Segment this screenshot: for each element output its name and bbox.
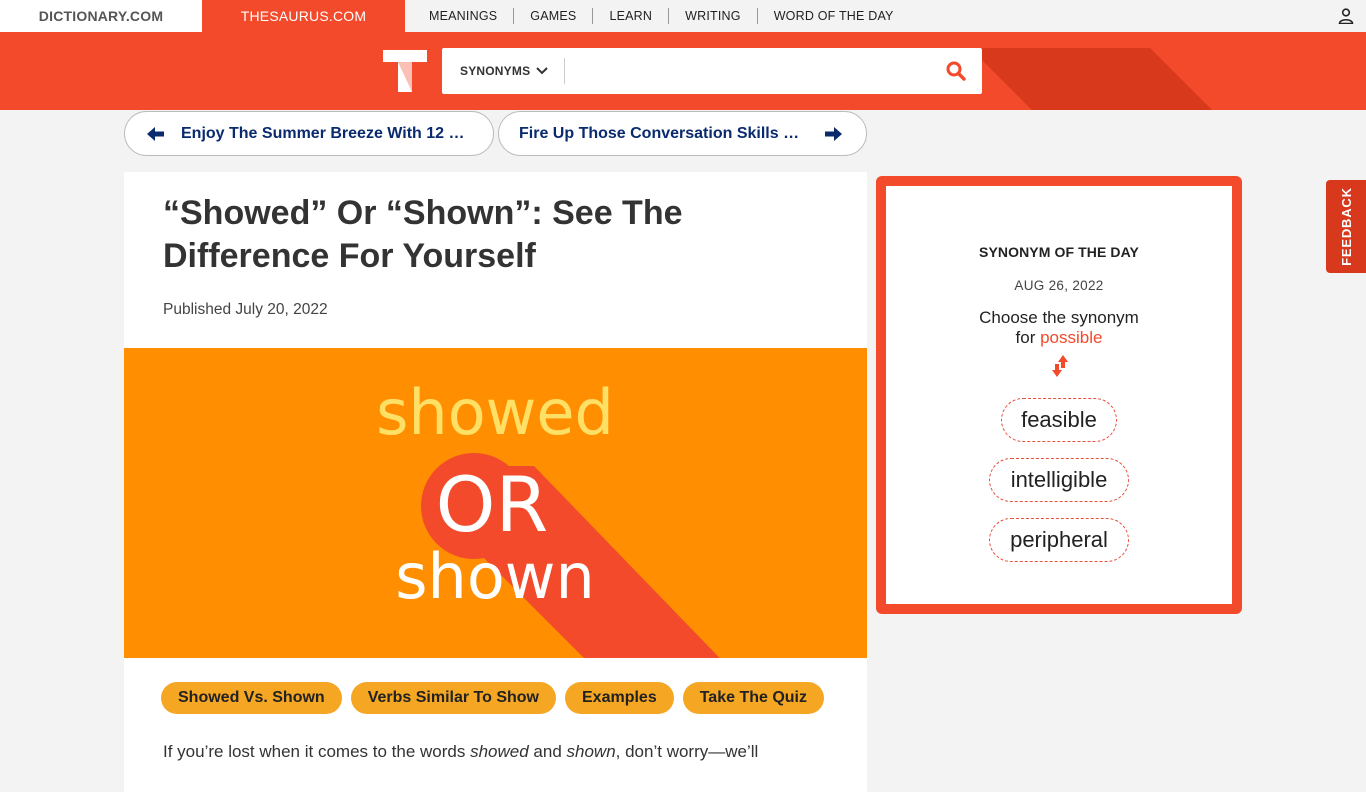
feedback-tab[interactable]: FEEDBACK [1326,180,1366,273]
intro-text: and [528,742,567,761]
hero-word-or: OR [436,460,549,549]
nav-link-meanings[interactable]: MEANINGS [413,9,513,23]
section-chips: Showed Vs. Shown Verbs Similar To Show E… [161,682,824,714]
hero-image: showed OR shown [124,348,867,658]
header-shadow-decoration [970,48,1270,110]
search-icon [946,61,966,81]
top-nav: DICTIONARY.COM THESAURUS.COM MEANINGS GA… [0,0,1366,32]
user-account-icon[interactable] [1338,8,1354,24]
swap-arrows-icon [1052,355,1068,377]
article-intro: If you’re lost when it comes to the word… [163,742,758,762]
chip-showed-vs-shown[interactable]: Showed Vs. Shown [161,682,342,714]
search-bar: SYNONYMS [442,48,982,94]
sotd-prompt-line: Choose the synonym [979,308,1139,327]
sotd-date: AUG 26, 2022 [1014,278,1104,293]
search-type-label: SYNONYMS [460,64,531,78]
nav-link-writing[interactable]: WRITING [669,9,757,23]
nav-link-games[interactable]: GAMES [514,9,592,23]
published-date: Published July 20, 2022 [163,301,328,318]
previous-article-link[interactable]: Enjoy The Summer Breeze With 12 Synonyms… [124,111,494,156]
arrow-left-icon [147,126,164,141]
chevron-down-icon [536,67,548,75]
intro-text: , don’t worry—we’ll [615,742,759,761]
nav-link-learn[interactable]: LEARN [593,9,668,23]
synonym-of-the-day-widget: SYNONYM OF THE DAY AUG 26, 2022 Choose t… [876,176,1242,614]
chip-take-the-quiz[interactable]: Take The Quiz [682,682,824,714]
header-band: SYNONYMS [0,32,1366,110]
sotd-prompt: Choose the synonym for possible [886,308,1232,348]
intro-emphasis: showed [470,742,529,761]
thesaurus-logo-icon[interactable] [383,47,427,95]
chip-verbs-similar[interactable]: Verbs Similar To Show [350,682,556,714]
sotd-title: SYNONYM OF THE DAY [979,244,1139,260]
article-title: “Showed” Or “Shown”: See The Difference … [163,194,683,275]
sotd-word[interactable]: possible [1040,328,1102,347]
nav-links: MEANINGS GAMES LEARN WRITING WORD OF THE… [413,8,910,24]
nav-link-word-of-the-day[interactable]: WORD OF THE DAY [758,9,910,23]
hero-word-showed: showed [376,376,614,449]
previous-article-title: Enjoy The Summer Breeze With 12 Synonyms… [181,124,471,142]
sotd-option-peripheral[interactable]: peripheral [989,518,1129,562]
search-type-dropdown[interactable]: SYNONYMS [460,64,548,78]
arrow-right-icon [825,126,842,141]
feedback-label: FEEDBACK [1338,187,1354,266]
chip-examples[interactable]: Examples [565,682,674,714]
search-input[interactable] [565,51,938,91]
next-article-link[interactable]: Fire Up Those Conversation Skills With T… [498,111,867,156]
intro-text: If you’re lost when it comes to the word… [163,742,471,761]
intro-emphasis: shown [566,742,616,761]
search-button[interactable] [938,53,974,89]
thesaurus-tab[interactable]: THESAURUS.COM [202,0,405,32]
hero-illustration: showed OR shown [376,376,720,658]
sotd-prompt-line-2: for possible [886,328,1232,348]
sotd-prompt-for: for [1015,328,1041,347]
synonym-of-the-day-panel: SYNONYM OF THE DAY AUG 26, 2022 Choose t… [886,186,1232,604]
dictionary-tab[interactable]: DICTIONARY.COM [0,0,202,32]
hero-word-shown: shown [395,540,595,613]
next-article-title: Fire Up Those Conversation Skills With T… [519,124,804,142]
sotd-option-intelligible[interactable]: intelligible [989,458,1129,502]
article-card: “Showed” Or “Shown”: See The Difference … [124,172,867,792]
sotd-option-feasible[interactable]: feasible [1001,398,1117,442]
